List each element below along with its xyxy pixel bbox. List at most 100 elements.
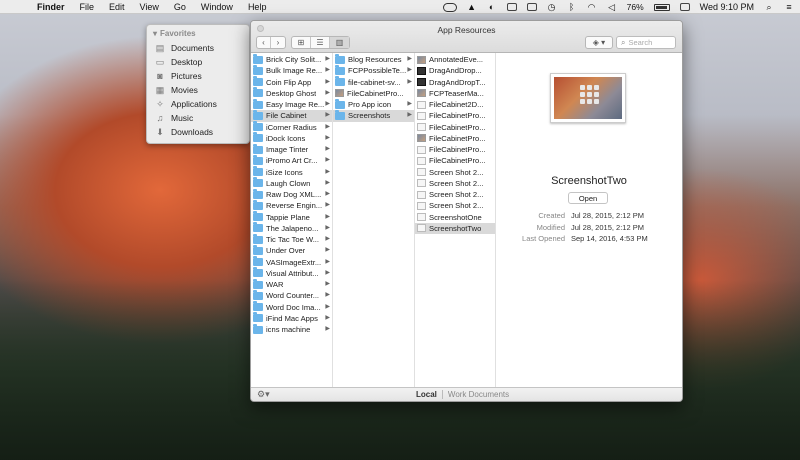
list-item[interactable]: Screenshots ▶: [333, 109, 414, 122]
airplay-icon[interactable]: [506, 3, 517, 11]
folder-icon: [253, 233, 263, 244]
column-2[interactable]: Blog Resources ▶ FCPPossibleTe... ▶ file-cab…: [333, 53, 415, 387]
list-item[interactable]: iSize Icons ▶: [251, 166, 332, 178]
sidebar-item-downloads[interactable]: ⬇ Downloads: [153, 125, 243, 139]
list-item[interactable]: FileCabinetPro...: [415, 110, 495, 121]
list-item[interactable]: ScreenshotOne: [415, 212, 495, 223]
list-item[interactable]: FileCabinetPro...: [333, 88, 414, 99]
list-item[interactable]: VASImageExtr... ▶: [251, 256, 332, 268]
folder-icon: [253, 278, 263, 289]
list-item[interactable]: Screen Shot 2...: [415, 189, 495, 200]
list-item[interactable]: Coin Flip App ▶: [251, 76, 332, 88]
icon-view-button[interactable]: ⊞: [292, 37, 311, 48]
file-icon: [417, 100, 426, 109]
list-item-label: File Cabinet: [266, 111, 307, 121]
menu-clock[interactable]: Wed 9:10 PM: [700, 2, 754, 12]
list-item[interactable]: Blog Resources ▶: [333, 53, 414, 65]
list-item[interactable]: Bulk Image Re... ▶: [251, 64, 332, 76]
list-item[interactable]: Easy Image Re... ▶: [251, 98, 332, 110]
list-item[interactable]: FileCabinet2D...: [415, 99, 495, 110]
window-titlebar[interactable]: App Resources ‹ › ⊞ ☰ ▥ ◈ ▾ ⌕: [251, 21, 682, 53]
open-button[interactable]: Open: [568, 192, 608, 204]
folder-icon: [253, 143, 263, 154]
list-item[interactable]: Pro App icon ▶: [333, 98, 414, 110]
favorites-header[interactable]: ▾ Favorites: [153, 29, 243, 38]
list-item[interactable]: File Cabinet ▶: [251, 109, 332, 122]
menu-go[interactable]: Go: [174, 2, 186, 12]
list-item[interactable]: FCPTeaserMa...: [415, 88, 495, 99]
list-item[interactable]: FileCabinetPro...: [415, 144, 495, 155]
search-field[interactable]: ⌕: [616, 36, 676, 49]
tab-local[interactable]: Local: [413, 390, 440, 399]
cloud-icon[interactable]: [442, 2, 457, 12]
list-item[interactable]: ScreenshotTwo: [415, 222, 495, 234]
sidebar-item-music[interactable]: ♫ Music: [153, 111, 243, 125]
tab-work-documents[interactable]: Work Documents: [445, 390, 512, 399]
list-item[interactable]: file-cabinet-sv... ▶: [333, 76, 414, 88]
bluetooth-icon[interactable]: ᛒ: [567, 2, 577, 12]
battery-icon[interactable]: [653, 3, 670, 11]
list-item-label: Pro App icon: [348, 100, 392, 110]
list-item[interactable]: Screen Shot 2...: [415, 178, 495, 189]
list-item[interactable]: Desktop Ghost ▶: [251, 87, 332, 99]
menu-file[interactable]: File: [80, 2, 95, 12]
list-item[interactable]: FileCabinetPro...: [415, 133, 495, 144]
time-machine-icon[interactable]: ◷: [547, 2, 557, 12]
app-status-icon[interactable]: ◐: [487, 2, 497, 12]
list-item[interactable]: Word Doc Ima... ▶: [251, 301, 332, 313]
list-item[interactable]: FCPPossibleTe... ▶: [333, 64, 414, 76]
menu-help[interactable]: Help: [248, 2, 267, 12]
sidebar-item-movies[interactable]: ▦ Movies: [153, 83, 243, 97]
menu-edit[interactable]: Edit: [109, 2, 125, 12]
column-view-button[interactable]: ▥: [330, 37, 349, 48]
list-item[interactable]: Tappie Plane ▶: [251, 211, 332, 223]
notification-center-icon[interactable]: ≡: [784, 2, 794, 12]
list-item[interactable]: Reverse Engin... ▶: [251, 199, 332, 211]
list-item[interactable]: iCorner Radius ▶: [251, 121, 332, 133]
list-item[interactable]: FileCabinetPro...: [415, 155, 495, 166]
list-item[interactable]: AnnotatedEve...: [415, 54, 495, 65]
list-item[interactable]: Visual Attribut... ▶: [251, 267, 332, 279]
menu-finder[interactable]: Finder: [37, 2, 65, 12]
search-input[interactable]: [628, 38, 673, 47]
list-item[interactable]: WAR ▶: [251, 278, 332, 290]
list-item[interactable]: Laugh Clown ▶: [251, 177, 332, 189]
arrange-icon: ◈ ▾: [592, 38, 606, 47]
arrange-button[interactable]: ◈ ▾: [585, 36, 613, 49]
disclosure-triangle-icon[interactable]: ▾: [153, 29, 157, 38]
sidebar-item-desktop[interactable]: ▭ Desktop: [153, 55, 243, 69]
volume-icon[interactable]: ◁: [607, 2, 617, 12]
list-item[interactable]: DragAndDrop...: [415, 65, 495, 76]
list-item[interactable]: The Jalapeno... ▶: [251, 222, 332, 234]
list-item[interactable]: Screen Shot 2...: [415, 167, 495, 178]
column-1[interactable]: Brick City Solit... ▶ Bulk Image Re... ▶ Coi…: [251, 53, 333, 387]
list-view-button[interactable]: ☰: [311, 37, 330, 48]
lock-icon[interactable]: ▲: [467, 2, 477, 12]
sidebar-item-applications[interactable]: ✧ Applications: [153, 97, 243, 111]
menu-window[interactable]: Window: [201, 2, 233, 12]
wifi-icon[interactable]: ◠: [587, 2, 597, 12]
list-item[interactable]: Screen Shot 2...: [415, 200, 495, 211]
list-item[interactable]: Brick City Solit... ▶: [251, 53, 332, 65]
list-item[interactable]: Under Over ▶: [251, 244, 332, 256]
list-item[interactable]: Raw Dog XML... ▶: [251, 188, 332, 200]
sidebar-item-documents[interactable]: ▤ Documents: [153, 41, 243, 55]
calendar-status-icon[interactable]: [526, 3, 537, 11]
list-item[interactable]: Image Tinter ▶: [251, 143, 332, 155]
notification-icon[interactable]: [679, 3, 690, 11]
back-button[interactable]: ‹: [257, 37, 271, 48]
list-item[interactable]: iFind Mac Apps ▶: [251, 312, 332, 324]
list-item[interactable]: Tic Tac Toe W... ▶: [251, 233, 332, 245]
list-item[interactable]: DragAndDropT...: [415, 77, 495, 88]
spotlight-search-icon[interactable]: ⌕: [764, 2, 774, 12]
menu-view[interactable]: View: [140, 2, 159, 12]
forward-button[interactable]: ›: [271, 37, 285, 48]
list-item[interactable]: FileCabinetPro...: [415, 122, 495, 133]
list-item[interactable]: iDock Icons ▶: [251, 132, 332, 144]
list-item[interactable]: icns machine ▶: [251, 323, 332, 335]
list-item[interactable]: iPromo Art Cr... ▶: [251, 154, 332, 166]
column-3[interactable]: AnnotatedEve... DragAndDrop... DragAndDrop…: [415, 53, 496, 387]
gear-icon[interactable]: ⚙▾: [257, 389, 270, 400]
list-item[interactable]: Word Counter... ▶: [251, 289, 332, 301]
sidebar-item-pictures[interactable]: ◙ Pictures: [153, 69, 243, 83]
